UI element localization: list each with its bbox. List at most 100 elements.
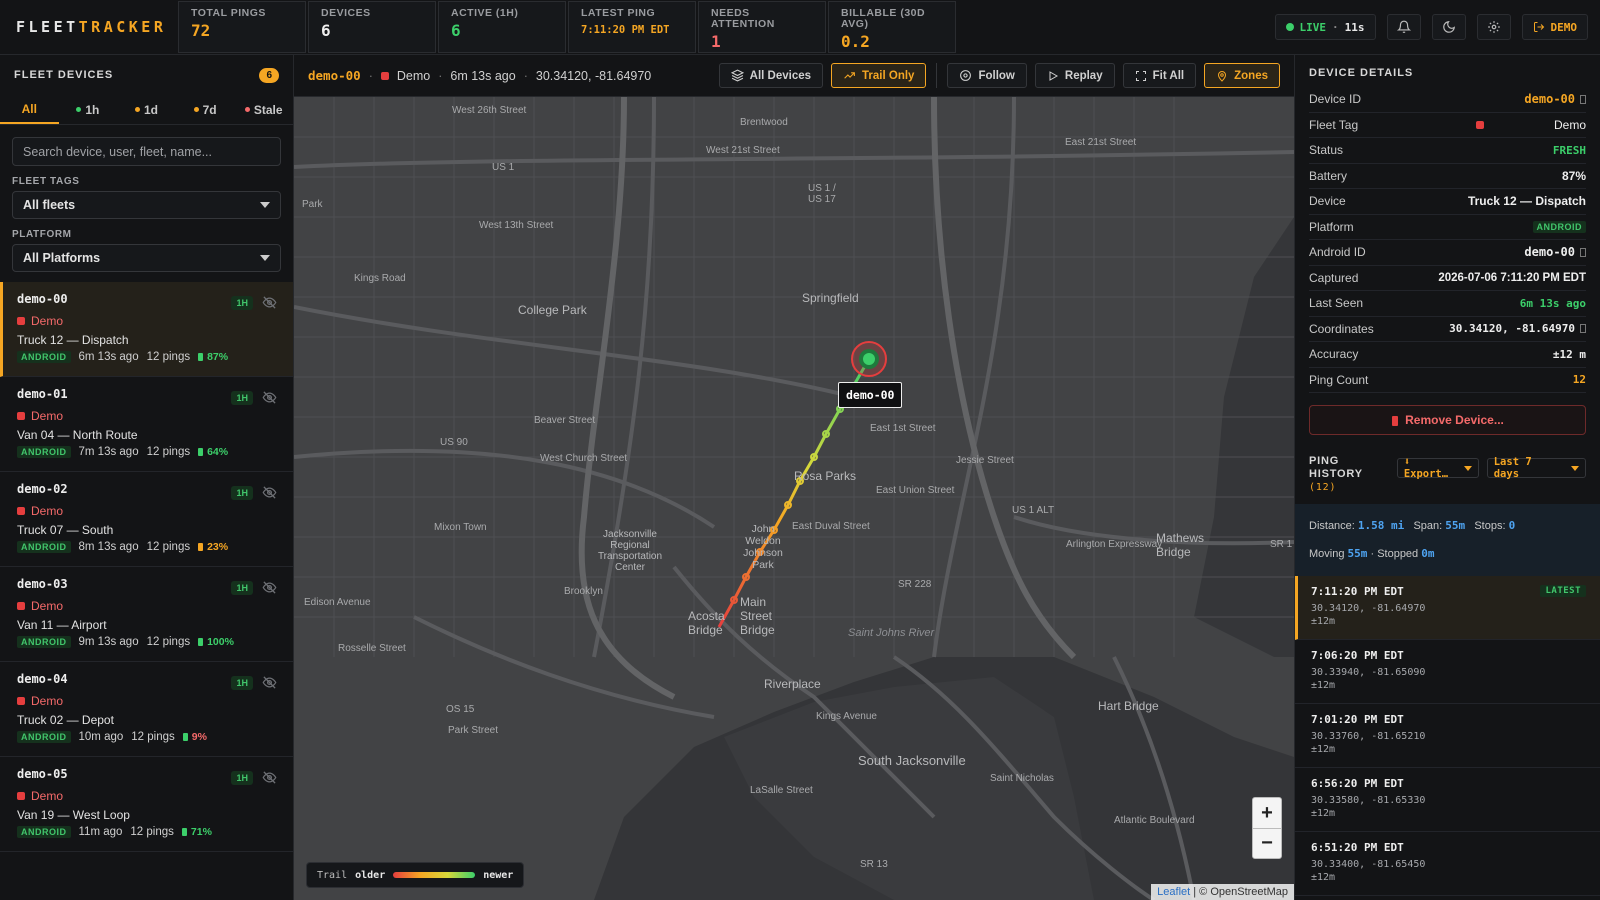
device-label: Van 04 — North Route <box>17 428 138 442</box>
hide-device-button[interactable] <box>262 675 277 693</box>
export-select[interactable]: ⬇ Export… <box>1396 456 1479 480</box>
ping-time: 7:01:20 PM EDT <box>1311 713 1404 726</box>
demo-label: DEMO <box>1550 20 1578 34</box>
stat-value: 6 <box>451 21 461 40</box>
caret-down-icon <box>1463 465 1472 471</box>
live-dot-icon <box>1285 23 1294 31</box>
copy-icon[interactable] <box>1580 324 1586 334</box>
ping-history-title-text: PING HISTORY <box>1309 455 1363 480</box>
device-marker[interactable] <box>851 341 887 377</box>
ping-coords: 30.33760, -81.65210 <box>1311 731 1426 742</box>
device-list-item[interactable]: demo-00 Demo Truck 12 — Dispatch ANDROID… <box>0 282 293 377</box>
summary-moving: 55m <box>1347 547 1368 560</box>
map-toolbar: demo-00 · Demo · 6m 13s ago · 30.34120, … <box>294 55 1294 97</box>
fleet-color-swatch <box>17 602 25 610</box>
device-list-item[interactable]: demo-04 Demo Truck 02 — Depot ANDROID 10… <box>0 662 293 757</box>
remove-device-button[interactable]: Remove Device... <box>1309 405 1586 435</box>
detail-value: ANDROID <box>1532 220 1586 233</box>
zones-button[interactable]: Zones <box>1204 63 1280 88</box>
eye-off-icon <box>262 581 277 594</box>
caret-down-icon <box>260 255 270 261</box>
device-list-item[interactable]: demo-02 Demo Truck 07 — South ANDROID 8m… <box>0 472 293 567</box>
fit-all-button[interactable]: Fit All <box>1122 63 1197 88</box>
device-list-item[interactable]: demo-05 Demo Van 19 — West Loop ANDROID … <box>0 757 293 852</box>
device-list-item[interactable]: demo-03 Demo Van 11 — Airport ANDROID 9m… <box>0 567 293 662</box>
bell-icon <box>1396 20 1411 33</box>
replay-button[interactable]: Replay <box>1034 63 1115 88</box>
detail-value: 6m 13s ago <box>1519 296 1586 310</box>
trail-only-button[interactable]: Trail Only <box>831 63 927 88</box>
device-ping-count: 12 pings <box>146 351 191 363</box>
range-select[interactable]: Last 7 days <box>1486 456 1586 480</box>
marker-tooltip: demo-00 <box>838 382 903 408</box>
device-fleet: Demo <box>31 314 64 328</box>
fleet-tags-select[interactable]: All fleets <box>12 191 281 219</box>
stat-active: ACTIVE (1H) 6 <box>438 1 566 53</box>
stat-value: 1 <box>711 32 721 51</box>
zoom-in-button[interactable]: + <box>1253 798 1281 828</box>
ping-history-header: PING HISTORY (12) ⬇ Export… Last 7 days <box>1295 455 1600 494</box>
copy-icon[interactable] <box>1580 247 1586 257</box>
notifications-button[interactable] <box>1386 14 1421 40</box>
map-label: Riverplace <box>764 677 821 691</box>
device-battery: 9% <box>191 731 207 743</box>
map-pin-icon <box>1218 70 1227 82</box>
demo-logout-button[interactable]: DEMO <box>1521 14 1588 40</box>
fleet-color-swatch <box>17 317 25 325</box>
hide-device-button[interactable] <box>262 580 277 598</box>
hide-device-button[interactable] <box>262 390 277 408</box>
all-devices-button[interactable]: All Devices <box>718 63 824 88</box>
detail-row: Fleet Tag Demo <box>1309 113 1586 138</box>
recency-badge: 1H <box>231 391 253 405</box>
ping-list-item[interactable]: 6:56:20 PM EDT 30.33580, -81.65330 ±12m <box>1295 768 1600 832</box>
detail-row: Device Truck 12 — Dispatch <box>1309 189 1586 215</box>
device-label: Van 19 — West Loop <box>17 808 130 822</box>
ping-list-item[interactable]: 7:06:20 PM EDT 30.33940, -81.65090 ±12m <box>1295 640 1600 704</box>
eye-off-icon <box>262 391 277 404</box>
device-search-input[interactable] <box>23 144 270 159</box>
map-label: West 13th Street <box>479 220 554 231</box>
summary-span-label: Span: <box>1413 520 1443 532</box>
ping-time: 6:51:20 PM EDT <box>1311 841 1404 854</box>
ping-list-item[interactable]: 7:11:20 PM EDT 30.34120, -81.64970 ±12m … <box>1295 576 1600 640</box>
ping-list-item[interactable]: 6:51:20 PM EDT 30.33400, -81.65450 ±12m <box>1295 832 1600 896</box>
leaflet-link[interactable]: Leaflet <box>1157 886 1190 898</box>
follow-button[interactable]: Follow <box>947 63 1027 88</box>
ping-list-item[interactable]: 7:01:20 PM EDT 30.33760, -81.65210 ±12m <box>1295 704 1600 768</box>
platform-select[interactable]: All Platforms <box>12 244 281 272</box>
detail-value: demo-00 <box>1524 92 1575 107</box>
tab-7d[interactable]: 7d <box>176 95 235 124</box>
map-label: Park <box>302 199 323 210</box>
ping-accuracy: ±12m <box>1311 616 1336 627</box>
device-last-seen: 11m ago <box>78 826 123 838</box>
hide-device-button[interactable] <box>262 770 277 788</box>
copy-icon[interactable] <box>1580 94 1586 104</box>
stat-label: TOTAL PINGS <box>191 7 266 19</box>
os-badge: ANDROID <box>17 826 71 838</box>
hide-device-button[interactable] <box>262 295 277 313</box>
live-indicator[interactable]: LIVE · 11s <box>1274 14 1376 40</box>
map-label: Beaver Street <box>534 415 596 426</box>
ping-coords: 30.34120, -81.64970 <box>1311 603 1426 614</box>
detail-value: 87% <box>1561 168 1586 183</box>
recency-badge: 1H <box>231 771 253 785</box>
settings-button[interactable] <box>1476 14 1511 40</box>
device-battery: 23% <box>207 541 229 553</box>
tab-1d[interactable]: 1d <box>117 95 176 124</box>
layers-icon <box>730 69 744 82</box>
tab-label: Stale <box>253 102 283 117</box>
detail-key: Ping Count <box>1309 372 1369 387</box>
detail-row: Platform ANDROID <box>1309 215 1586 240</box>
brand-right: TRACKER <box>78 18 167 36</box>
tab-all[interactable]: All <box>0 95 59 124</box>
hide-device-button[interactable] <box>262 485 277 503</box>
map-label: Mixon Town <box>434 522 487 533</box>
map-canvas[interactable]: West 26th Street Brentwood West 21st Str… <box>294 97 1294 900</box>
device-list-item[interactable]: demo-01 Demo Van 04 — North Route ANDROI… <box>0 377 293 472</box>
summary-stopped-label: · Stopped <box>1370 548 1419 560</box>
zoom-out-button[interactable]: − <box>1253 828 1281 858</box>
tab-stale[interactable]: Stale <box>234 95 293 124</box>
theme-toggle-button[interactable] <box>1431 14 1466 40</box>
moon-icon <box>1442 21 1455 33</box>
tab-1h[interactable]: 1h <box>59 95 118 124</box>
